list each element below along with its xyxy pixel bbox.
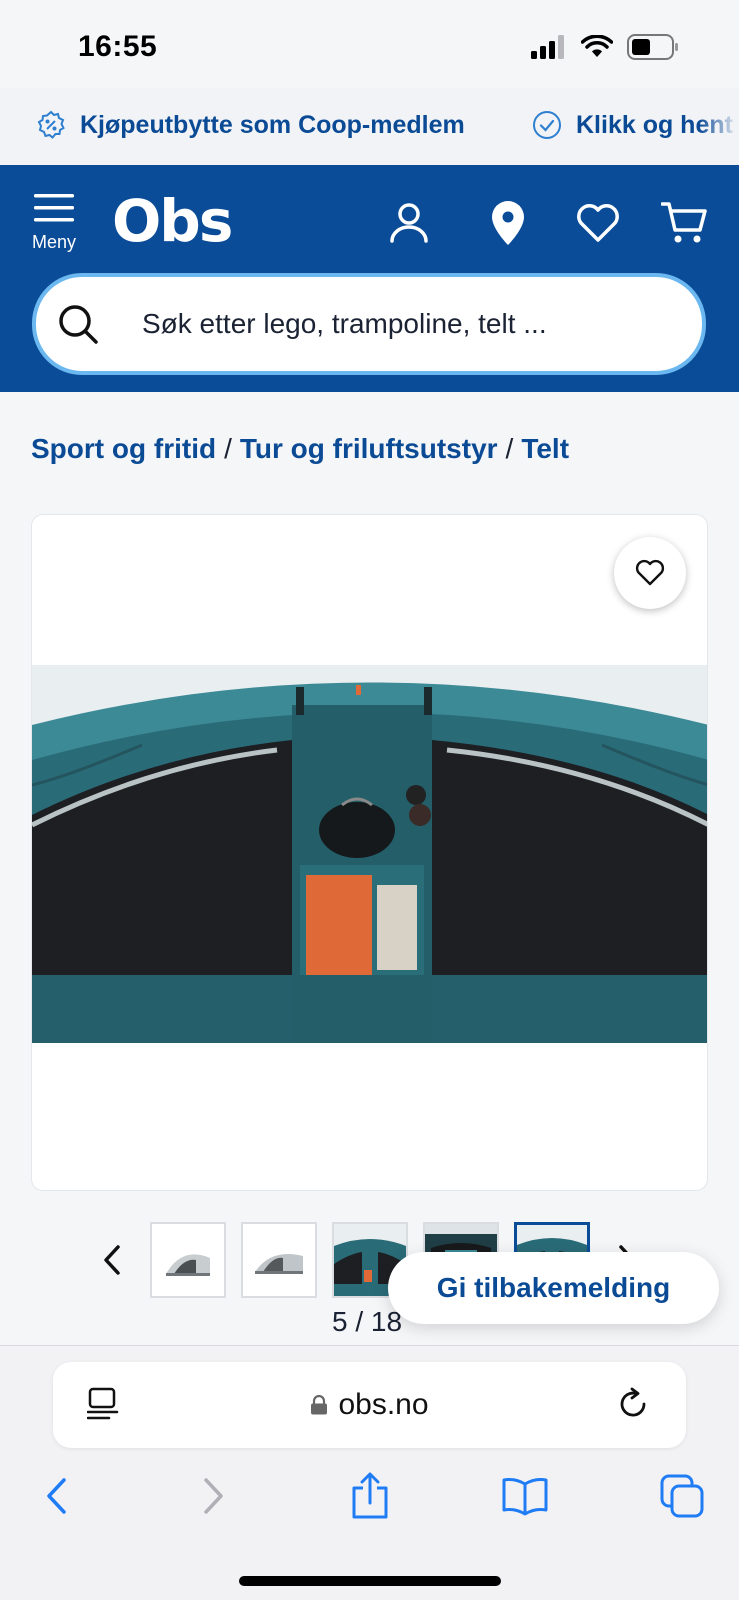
forward-button[interactable] bbox=[186, 1468, 242, 1524]
percent-badge-icon bbox=[37, 110, 65, 139]
promo-fade bbox=[699, 88, 739, 165]
breadcrumb: Sport og fritid / Tur og friluftsutstyr / Te… bbox=[31, 433, 569, 465]
share-icon bbox=[352, 1472, 388, 1519]
menu-button[interactable]: Meny bbox=[26, 193, 82, 257]
reload-button[interactable] bbox=[613, 1384, 653, 1424]
status-icons bbox=[531, 34, 679, 60]
book-icon bbox=[502, 1478, 548, 1516]
search-input[interactable]: Søk etter lego, trampoline, telt ... bbox=[32, 273, 706, 375]
breadcrumb-separator: / bbox=[505, 433, 514, 464]
wifi-icon bbox=[581, 35, 613, 57]
home-indicator bbox=[239, 1576, 501, 1586]
breadcrumb-separator: / bbox=[224, 433, 232, 464]
signal-icon bbox=[531, 35, 564, 59]
heart-icon bbox=[635, 559, 665, 586]
favorites-button[interactable] bbox=[570, 195, 626, 251]
location-pin-icon bbox=[492, 201, 524, 245]
cart-button[interactable] bbox=[656, 195, 712, 251]
address-bar[interactable]: obs.no bbox=[53, 1362, 686, 1448]
previous-image-button[interactable] bbox=[92, 1240, 132, 1280]
thumbnail[interactable] bbox=[150, 1222, 226, 1298]
breadcrumb-item-sport[interactable]: Sport og fritid bbox=[31, 433, 216, 464]
image-counter: 5 / 18 bbox=[332, 1306, 403, 1337]
tent-interior-image bbox=[32, 665, 707, 1043]
reload-icon bbox=[620, 1387, 646, 1417]
tabs-icon bbox=[660, 1474, 704, 1518]
thumbnail[interactable] bbox=[241, 1222, 317, 1298]
promo-item-membership[interactable]: Kjøpeutbytte som Coop-medlem bbox=[36, 110, 465, 140]
tabs-button[interactable] bbox=[654, 1468, 710, 1524]
chevron-right-icon bbox=[204, 1478, 223, 1514]
cart-icon bbox=[661, 202, 707, 243]
promo-strip: Kjøpeutbytte som Coop-medlem Klikk og he… bbox=[0, 88, 739, 165]
promo-text: Kjøpeutbytte som Coop-medlem bbox=[80, 110, 465, 139]
obs-logo[interactable]: Obs bbox=[112, 187, 233, 255]
url-display[interactable]: obs.no bbox=[53, 1388, 686, 1422]
check-circle-icon bbox=[533, 111, 561, 139]
back-button[interactable] bbox=[28, 1468, 84, 1524]
battery-icon bbox=[627, 34, 678, 60]
search-icon bbox=[56, 302, 100, 346]
bookmarks-button[interactable] bbox=[497, 1468, 553, 1524]
add-to-favorites-button[interactable] bbox=[614, 537, 686, 609]
status-bar: 16:55 bbox=[0, 0, 739, 88]
url-text: obs.no bbox=[338, 1388, 429, 1421]
chevron-left-icon bbox=[104, 1245, 120, 1275]
breadcrumb-item-outdoor[interactable]: Tur og friluftsutstyr bbox=[240, 433, 498, 464]
heart-icon bbox=[577, 204, 619, 242]
share-button[interactable] bbox=[342, 1468, 398, 1524]
site-header: Meny Obs Søk etter lego, trampoline, tel… bbox=[0, 165, 739, 392]
product-image-card[interactable] bbox=[31, 514, 708, 1191]
menu-label: Meny bbox=[31, 232, 76, 252]
lock-icon bbox=[311, 1395, 328, 1415]
feedback-button[interactable]: Gi tilbakemelding bbox=[388, 1252, 719, 1324]
browser-toolbar: obs.no bbox=[0, 1345, 739, 1600]
status-time: 16:55 bbox=[78, 30, 158, 63]
account-button[interactable] bbox=[381, 195, 437, 251]
chevron-left-icon bbox=[47, 1478, 66, 1514]
store-locator-button[interactable] bbox=[480, 195, 536, 251]
search-placeholder: Søk etter lego, trampoline, telt ... bbox=[142, 308, 547, 339]
user-icon bbox=[390, 203, 428, 243]
breadcrumb-item-tents[interactable]: Telt bbox=[521, 433, 569, 464]
hamburger-icon bbox=[34, 194, 74, 222]
